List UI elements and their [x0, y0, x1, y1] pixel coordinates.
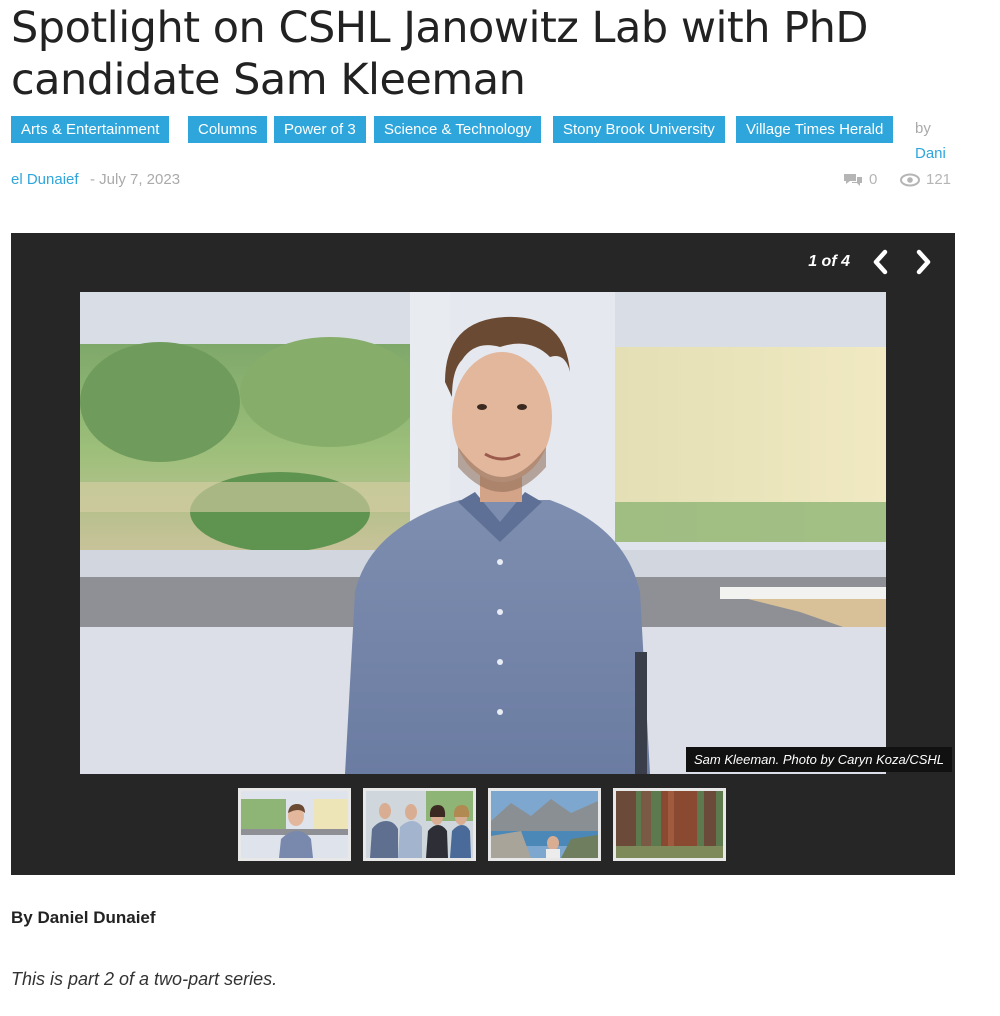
eye-icon [900, 173, 920, 186]
tag-power-of-3[interactable]: Power of 3 [274, 116, 366, 143]
comments-count[interactable]: 0 [843, 171, 877, 188]
tag-village-times-herald[interactable]: Village Times Herald [736, 116, 894, 143]
thumbnail-image [616, 791, 723, 858]
post-date: - July 7, 2023 [90, 171, 181, 188]
comments-count-value: 0 [869, 171, 878, 188]
gallery-counter: 1 of 4 [808, 253, 850, 270]
gallery-prev-button[interactable] [866, 247, 896, 277]
views-count-value: 121 [926, 171, 952, 188]
gallery-thumbnail[interactable] [238, 788, 351, 861]
gallery-thumbnail[interactable] [613, 788, 726, 861]
tag-arts-entertainment[interactable]: Arts & Entertainment [11, 116, 170, 143]
thumbnail-image [241, 791, 348, 858]
tag-science-technology[interactable]: Science & Technology [374, 116, 542, 143]
gallery-next-button[interactable] [908, 247, 938, 277]
tag-columns[interactable]: Columns [188, 116, 268, 143]
article-byline: By Daniel Dunaief [11, 908, 156, 927]
gallery-thumbnail[interactable] [488, 788, 601, 861]
thumbnail-image [366, 791, 473, 858]
tag-stony-brook-university[interactable]: Stony Brook University [553, 116, 725, 143]
views-count: 121 [900, 171, 951, 188]
thumbnail-image [491, 791, 598, 858]
gallery-main-photo[interactable] [80, 292, 886, 774]
article-title: Spotlight on CSHL Janowitz Lab with PhD … [11, 3, 869, 105]
comment-icon [844, 173, 862, 186]
article-intro: This is part 2 of a two-part series. [11, 969, 278, 989]
chevron-left-icon [873, 249, 888, 275]
gallery-thumbnail[interactable] [363, 788, 476, 861]
author-link-continued[interactable]: el Dunaief [11, 171, 79, 188]
portrait-photo [80, 292, 886, 774]
author-link[interactable]: Dani [915, 145, 946, 162]
by-label: by [915, 120, 931, 137]
photo-gallery: 1 of 4 Sam Kleeman. Photo by Caryn Koza/… [11, 233, 955, 875]
photo-caption: Sam Kleeman. Photo by Caryn Koza/CSHL [685, 747, 952, 772]
chevron-right-icon [916, 249, 931, 275]
